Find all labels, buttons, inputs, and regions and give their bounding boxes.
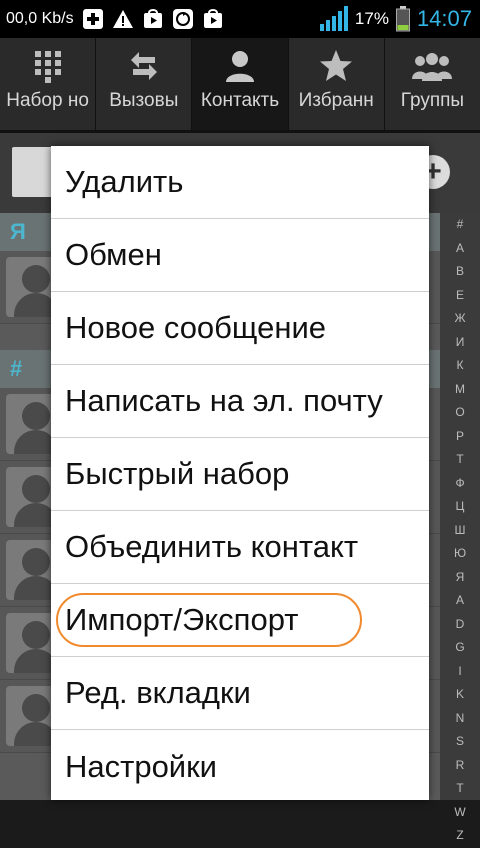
- signal-icon: [319, 6, 349, 31]
- menu-item-label: Ред. вкладки: [65, 675, 251, 710]
- tab-groups[interactable]: Группы: [385, 38, 480, 130]
- index-letter[interactable]: T: [456, 777, 463, 801]
- index-letter[interactable]: N: [456, 707, 465, 731]
- battery-percent: 17%: [354, 9, 389, 28]
- index-letter[interactable]: В: [456, 260, 464, 284]
- medical-plus-icon: [82, 8, 104, 30]
- menu-item-label: Импорт/Экспорт: [65, 602, 299, 637]
- menu-item-label: Новое сообщение: [65, 310, 327, 345]
- index-letter[interactable]: Ц: [456, 495, 465, 519]
- alphabet-index[interactable]: # А В Е Ж И К М О Р Т Ф Ц Ш Ю Я A D G I K N S R T W Z: [440, 213, 480, 842]
- tab-label: Группы: [400, 90, 465, 111]
- index-letter[interactable]: #: [457, 213, 464, 237]
- network-speed: 00,0 Kb/s: [6, 10, 74, 27]
- index-letter[interactable]: А: [456, 237, 464, 261]
- play-store-icon: [202, 8, 224, 30]
- index-letter[interactable]: S: [456, 730, 464, 754]
- tab-dialer[interactable]: Набор но: [0, 38, 97, 130]
- menu-item[interactable]: Ред. вкладки: [51, 657, 429, 730]
- index-letter[interactable]: И: [456, 331, 465, 355]
- dialpad-icon: [30, 48, 66, 84]
- index-letter[interactable]: G: [455, 636, 464, 660]
- call-log-icon: [126, 48, 162, 84]
- tab-label: Избранн: [298, 90, 374, 111]
- index-letter[interactable]: Ф: [455, 472, 464, 496]
- tab-favorites[interactable]: Избранн: [289, 38, 385, 130]
- tab-label: Контакть: [200, 90, 280, 111]
- index-letter[interactable]: К: [457, 354, 464, 378]
- menu-item[interactable]: Удалить: [51, 146, 429, 219]
- index-letter[interactable]: О: [455, 401, 464, 425]
- sync-icon: [172, 8, 194, 30]
- tab-bar: Набор но Вызовы Контакть Избранн Группы: [0, 38, 480, 133]
- index-letter[interactable]: D: [456, 613, 465, 637]
- menu-item[interactable]: Обмен: [51, 219, 429, 292]
- index-letter[interactable]: R: [456, 754, 465, 778]
- groups-icon: [410, 48, 454, 84]
- menu-item[interactable]: Объединить контакт: [51, 511, 429, 584]
- menu-item[interactable]: Импорт/Экспорт: [51, 584, 429, 657]
- index-letter[interactable]: М: [455, 378, 465, 402]
- index-letter[interactable]: Ю: [454, 542, 466, 566]
- index-letter[interactable]: Е: [456, 284, 464, 308]
- tab-contacts[interactable]: Контакть: [192, 38, 289, 130]
- options-menu: Удалить Обмен Новое сообщение Написать на э…: [51, 146, 429, 800]
- menu-item-label: Удалить: [65, 164, 184, 199]
- star-icon: [318, 48, 354, 84]
- index-letter[interactable]: I: [458, 660, 461, 684]
- tab-label: Набор но: [6, 90, 89, 111]
- index-letter[interactable]: Z: [456, 824, 463, 848]
- menu-item-label: Настройки: [65, 748, 218, 784]
- index-letter[interactable]: Ж: [454, 307, 465, 331]
- battery-icon: [395, 6, 411, 32]
- menu-item-label: Написать на эл. почту: [65, 383, 383, 418]
- menu-item-label: Обмен: [65, 237, 162, 272]
- text-fade: [389, 511, 429, 583]
- menu-item[interactable]: Настройки: [51, 730, 429, 803]
- tab-call-log[interactable]: Вызовы: [96, 38, 193, 130]
- index-letter[interactable]: K: [456, 683, 464, 707]
- menu-item-label: Быстрый набор: [65, 456, 290, 491]
- play-store-icon: [142, 8, 164, 30]
- index-letter[interactable]: Ш: [455, 519, 466, 543]
- index-letter[interactable]: Р: [456, 425, 464, 449]
- index-letter[interactable]: W: [454, 801, 465, 825]
- menu-item[interactable]: Новое сообщение: [51, 292, 429, 365]
- index-letter[interactable]: Т: [456, 448, 463, 472]
- status-bar: 00,0 Kb/s 17% 14:07: [0, 0, 480, 38]
- index-letter[interactable]: Я: [456, 566, 465, 590]
- menu-item[interactable]: Быстрый набор: [51, 438, 429, 511]
- clock: 14:07: [416, 6, 472, 31]
- menu-item[interactable]: Написать на эл. почту: [51, 365, 429, 438]
- warning-icon: [112, 8, 134, 30]
- tab-label: Вызовы: [109, 90, 179, 111]
- menu-item-label: Объединить контакт: [65, 529, 359, 564]
- contact-icon: [222, 48, 258, 84]
- index-letter[interactable]: A: [456, 589, 464, 613]
